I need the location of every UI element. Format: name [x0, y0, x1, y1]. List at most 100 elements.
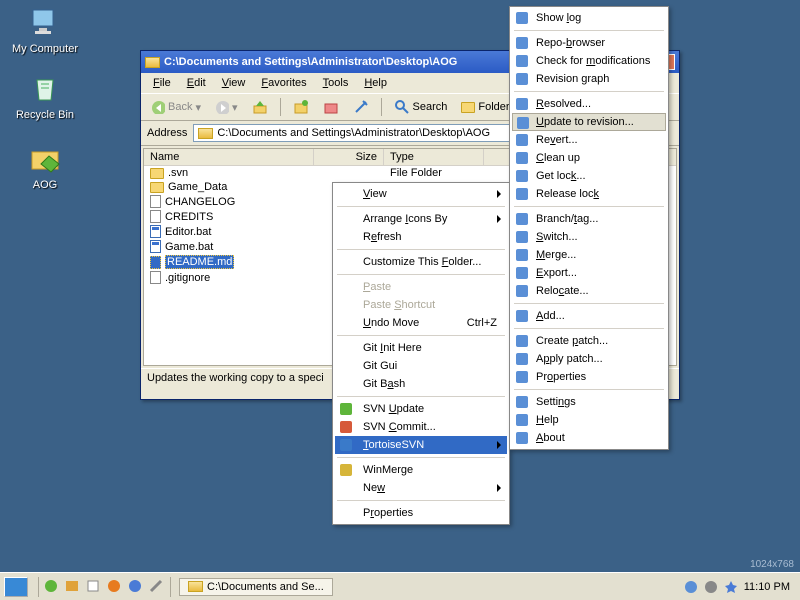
start-button[interactable] — [4, 577, 28, 597]
menu-view[interactable]: View — [214, 75, 254, 91]
menu-item[interactable]: New — [335, 479, 507, 497]
desktop-icon-aog[interactable]: AOG — [10, 142, 80, 191]
menu-item[interactable]: WinMerge — [335, 461, 507, 479]
menu-item: Paste Shortcut — [335, 296, 507, 314]
quick-launch — [43, 578, 166, 596]
g-icon — [515, 169, 529, 183]
desktop-icon-recyclebin[interactable]: Recycle Bin — [10, 72, 80, 121]
menu-item[interactable]: Switch... — [512, 228, 666, 246]
window-title: C:\Documents and Settings\Administrator\… — [164, 56, 457, 68]
menu-item[interactable]: Settings — [512, 393, 666, 411]
menu-item[interactable]: Relocate... — [512, 282, 666, 300]
menu-item[interactable]: Git Init Here — [335, 339, 507, 357]
tsvn-icon — [339, 438, 353, 452]
folder-open-icon — [145, 57, 160, 68]
menu-item[interactable]: Merge... — [512, 246, 666, 264]
g-icon — [515, 334, 529, 348]
g-icon — [515, 413, 529, 427]
menu-item[interactable]: Apply patch... — [512, 350, 666, 368]
menu-item[interactable]: Properties — [335, 504, 507, 522]
g-icon — [515, 309, 529, 323]
recycle-icon — [29, 72, 61, 104]
g-icon — [515, 72, 529, 86]
menu-favorites[interactable]: Favorites — [253, 75, 314, 91]
menu-item[interactable]: About — [512, 429, 666, 447]
menu-item[interactable]: Git Gui — [335, 357, 507, 375]
tool-icon-2[interactable] — [319, 97, 343, 117]
menu-item[interactable]: Show log — [512, 9, 666, 27]
desktop-icon-label: AOG — [10, 179, 80, 191]
g-icon — [516, 116, 530, 130]
search-button[interactable]: Search — [390, 97, 452, 117]
menu-item[interactable]: Resolved... — [512, 95, 666, 113]
desktop-icon-label: My Computer — [10, 43, 80, 55]
menu-item[interactable]: Arrange Icons By — [335, 210, 507, 228]
col-size[interactable]: Size — [314, 149, 384, 165]
menu-item[interactable]: Create patch... — [512, 332, 666, 350]
g-icon — [515, 187, 529, 201]
menu-item[interactable]: SVN Update — [335, 400, 507, 418]
menu-item[interactable]: Help — [512, 411, 666, 429]
menu-item[interactable]: Get lock... — [512, 167, 666, 185]
menu-item[interactable]: Update to revision... — [512, 113, 666, 131]
g-icon — [515, 36, 529, 50]
menu-edit[interactable]: Edit — [179, 75, 214, 91]
menu-file[interactable]: File — [145, 75, 179, 91]
ql-icon[interactable] — [85, 578, 103, 596]
g-icon — [515, 370, 529, 384]
menu-tools[interactable]: Tools — [315, 75, 357, 91]
menu-item[interactable]: Clean up — [512, 149, 666, 167]
taskbar-button[interactable]: C:\Documents and Se... — [179, 578, 333, 596]
menu-item[interactable]: Revert... — [512, 131, 666, 149]
taskbar: C:\Documents and Se... 11:10 PM — [0, 572, 800, 600]
g-icon — [515, 97, 529, 111]
menu-item[interactable]: Export... — [512, 264, 666, 282]
tray-icon[interactable] — [704, 580, 718, 594]
g-icon — [515, 11, 529, 25]
menu-help[interactable]: Help — [356, 75, 395, 91]
ql-icon[interactable] — [127, 578, 145, 596]
menu-item[interactable]: Refresh — [335, 228, 507, 246]
back-button[interactable]: Back ▾ — [147, 98, 205, 116]
folder-icon — [150, 168, 164, 179]
menu-item[interactable]: Check for modifications — [512, 52, 666, 70]
desktop-icon-mycomputer[interactable]: My Computer — [10, 6, 80, 55]
menu-item[interactable]: TortoiseSVN — [335, 436, 507, 454]
tool-icon-3[interactable] — [349, 97, 373, 117]
menu-item[interactable]: Repo-browser — [512, 34, 666, 52]
clock[interactable]: 11:10 PM — [744, 581, 790, 593]
menu-item[interactable]: Customize This Folder... — [335, 253, 507, 271]
ql-icon[interactable] — [106, 578, 124, 596]
context-menu: View Arrange Icons ByRefresh Customize Thi… — [332, 182, 510, 525]
menu-item[interactable]: Undo MoveCtrl+Z — [335, 314, 507, 332]
menu-item[interactable]: SVN Commit... — [335, 418, 507, 436]
g-icon — [515, 151, 529, 165]
submenu-arrow-icon — [497, 190, 501, 198]
tray-icon[interactable] — [724, 580, 738, 594]
ql-icon[interactable] — [43, 578, 61, 596]
col-type[interactable]: Type — [384, 149, 484, 165]
tray-icon[interactable] — [684, 580, 698, 594]
tortoisesvn-submenu: Show log Repo-browserCheck for modificati… — [509, 6, 669, 450]
g-icon — [515, 230, 529, 244]
menu-item[interactable]: Git Bash — [335, 375, 507, 393]
menu-item[interactable]: Branch/tag... — [512, 210, 666, 228]
ql-icon[interactable] — [64, 578, 82, 596]
file-icon — [150, 195, 161, 208]
resolution-label: 1024x768 — [750, 559, 794, 570]
tool-icon-1[interactable] — [289, 97, 313, 117]
menu-item[interactable]: Properties — [512, 368, 666, 386]
col-name[interactable]: Name — [144, 149, 314, 165]
system-tray: 11:10 PM — [678, 580, 796, 594]
forward-button[interactable]: ▾ — [211, 98, 242, 116]
submenu-arrow-icon — [497, 441, 501, 449]
folder-icon — [29, 142, 61, 174]
folder-icon — [150, 182, 164, 193]
menu-item[interactable]: Revision graph — [512, 70, 666, 88]
ql-icon[interactable] — [148, 578, 166, 596]
desktop-icon-label: Recycle Bin — [10, 109, 80, 121]
menu-item[interactable]: Add... — [512, 307, 666, 325]
up-button[interactable] — [248, 97, 272, 117]
menu-item[interactable]: View — [335, 185, 507, 203]
menu-item[interactable]: Release lock — [512, 185, 666, 203]
